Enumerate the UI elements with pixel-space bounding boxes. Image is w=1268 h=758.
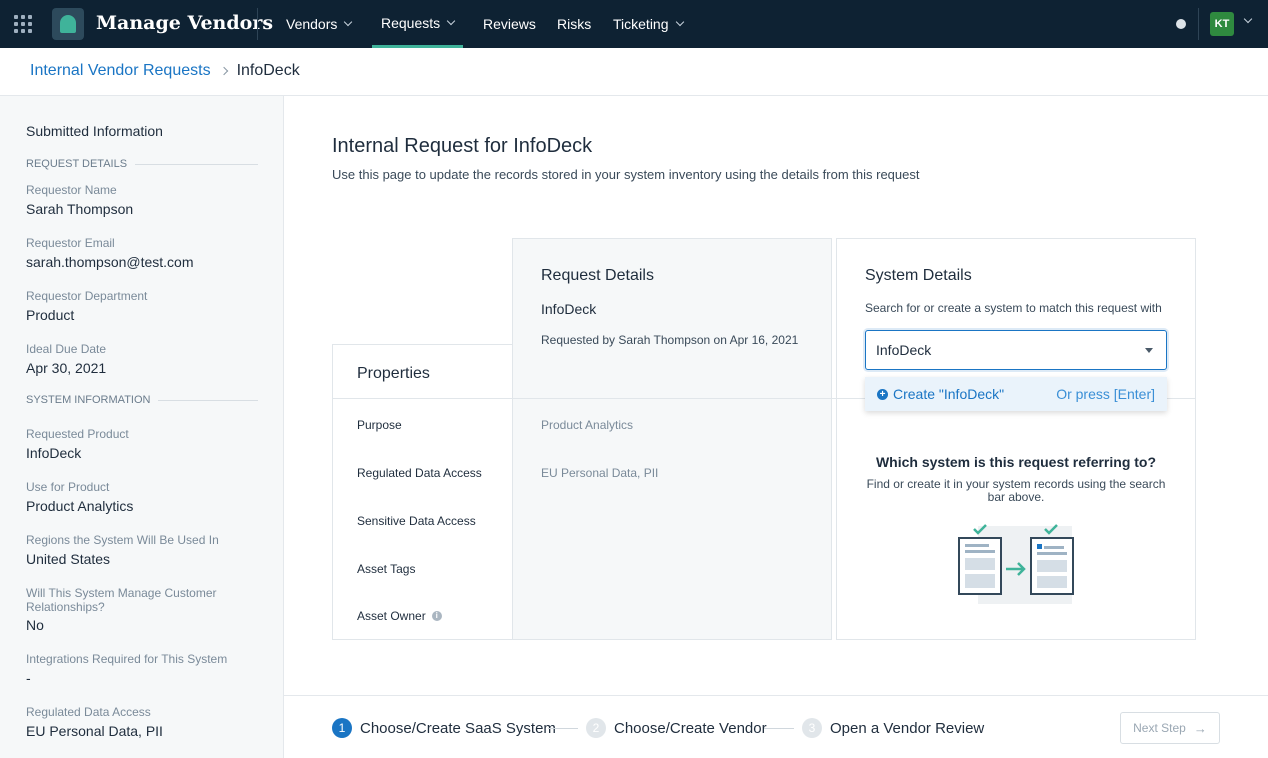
breadcrumb-link[interactable]: Internal Vendor Requests (30, 62, 211, 80)
sidebar: Submitted Information REQUEST DETAILS Re… (0, 96, 284, 758)
chevron-right-icon (219, 66, 228, 76)
field-value: Apr 30, 2021 (26, 360, 107, 376)
field-label: Requested Product (26, 427, 129, 441)
divider (284, 695, 1268, 696)
chevron-down-icon[interactable] (1243, 14, 1253, 24)
step-label: Choose/Create SaaS System (360, 719, 556, 737)
step-1[interactable]: 1 Choose/Create SaaS System (332, 718, 556, 738)
system-dropdown: + Create "InfoDeck" Or press [Enter] (865, 377, 1167, 411)
info-icon[interactable]: i (431, 611, 442, 621)
nav-item-label: Ticketing (613, 16, 669, 32)
nav-item-label: Vendors (286, 16, 338, 32)
field-value: sarah.thompson@test.com (26, 254, 194, 270)
field-value: Sarah Thompson (26, 201, 134, 217)
property-name: Sensitive Data Access (357, 514, 476, 528)
caret-down-icon[interactable] (1145, 348, 1153, 353)
field-label: Regions the System Will Be Used In (26, 533, 219, 547)
nav-item-risks[interactable]: Risks (557, 0, 591, 48)
field-label: Will This System Manage Customer Relatio… (26, 586, 217, 614)
field-label: Requestor Email (26, 236, 115, 250)
property-name: Purpose (357, 418, 402, 432)
field-value: - (26, 670, 31, 686)
field-value: EU Personal Data, PII (26, 723, 163, 739)
nav-item-label: Reviews (483, 16, 536, 32)
system-search-hint: Search for or create a system to match t… (865, 301, 1162, 315)
step-number: 2 (586, 718, 606, 738)
field-label: Integrations Required for This System (26, 652, 228, 666)
brand-title: Manage Vendors (96, 12, 274, 34)
field-value: InfoDeck (26, 445, 82, 461)
property-name: Asset Tags (357, 562, 416, 576)
properties-panel (332, 344, 513, 640)
property-value: EU Personal Data, PII (541, 466, 659, 480)
section-header-system: SYSTEM INFORMATION (26, 394, 258, 406)
page-subtitle: Use this page to update the records stor… (332, 167, 920, 182)
step-label: Open a Vendor Review (830, 719, 985, 737)
field-label: Ideal Due Date (26, 342, 107, 356)
request-details-panel (512, 238, 832, 640)
empty-state-title: Which system is this request referring t… (875, 454, 1157, 470)
step-label: Choose/Create Vendor (614, 719, 767, 737)
field-value: Product Analytics (26, 498, 134, 514)
field-value: Product (26, 307, 75, 323)
property-name: Asset Owner (357, 609, 426, 623)
step-connector (548, 728, 578, 729)
step-connector (764, 728, 794, 729)
requested-by-text: Requested by Sarah Thompson on Apr 16, 2… (541, 333, 799, 347)
nav-item-reviews[interactable]: Reviews (483, 0, 536, 48)
chevron-down-icon (675, 17, 684, 27)
enter-hint: Or press [Enter] (1056, 386, 1155, 402)
nav-divider (257, 8, 258, 40)
step-3[interactable]: 3 Open a Vendor Review (802, 718, 984, 738)
step-2[interactable]: 2 Choose/Create Vendor (586, 718, 767, 738)
property-asset-owner: Asset Owner i (357, 609, 442, 623)
status-dot-icon (1176, 19, 1186, 29)
section-label: SYSTEM INFORMATION (26, 394, 151, 406)
avatar[interactable]: KT (1210, 12, 1234, 36)
chevron-down-icon (446, 16, 456, 25)
system-details-title: System Details (865, 267, 972, 284)
step-number: 1 (332, 718, 352, 738)
nav-item-vendors[interactable]: Vendors (286, 0, 353, 48)
section-header-request: REQUEST DETAILS (26, 158, 258, 170)
nav-item-label: Requests (381, 14, 441, 31)
nav-divider (1198, 8, 1199, 40)
arrow-right-icon: → (1193, 720, 1207, 736)
chevron-down-icon (344, 17, 353, 27)
field-label: Requestor Department (26, 289, 148, 303)
property-name: Regulated Data Access (357, 466, 482, 480)
step-number: 3 (802, 718, 822, 738)
create-option-label: Create "InfoDeck" (893, 386, 1005, 402)
match-documents-illustration (958, 524, 1074, 604)
next-step-button[interactable]: Next Step → (1120, 712, 1220, 744)
sidebar-title: Submitted Information (26, 123, 163, 139)
nav-item-label: Risks (557, 16, 592, 32)
create-system-option[interactable]: + Create "InfoDeck" Or press [Enter] (865, 377, 1167, 411)
system-search-input[interactable] (865, 330, 1167, 370)
top-nav: Manage Vendors Vendors Requests Reviews … (0, 0, 1268, 48)
properties-title: Properties (357, 365, 430, 382)
nav-item-requests[interactable]: Requests (372, 0, 464, 48)
breadcrumb-current: InfoDeck (236, 62, 300, 79)
empty-state-description: Find or create it in your system records… (866, 477, 1166, 504)
page-title: Internal Request for InfoDeck (332, 135, 593, 157)
request-details-title: Request Details (541, 267, 654, 284)
field-value: United States (26, 551, 111, 567)
field-value: No (26, 617, 44, 633)
next-step-label: Next Step (1133, 721, 1186, 735)
plus-circle-icon: + (877, 388, 888, 400)
breadcrumb: Internal Vendor Requests InfoDeck (30, 62, 300, 80)
logo-icon (52, 8, 84, 40)
nav-item-ticketing[interactable]: Ticketing (613, 0, 684, 48)
field-label: Use for Product (26, 480, 110, 494)
app-grid-icon[interactable] (14, 15, 32, 33)
field-label: Regulated Data Access (26, 705, 151, 719)
property-value: Product Analytics (541, 418, 634, 432)
section-label: REQUEST DETAILS (26, 158, 128, 170)
field-label: Requestor Name (26, 183, 117, 197)
request-product-name: InfoDeck (541, 301, 597, 317)
